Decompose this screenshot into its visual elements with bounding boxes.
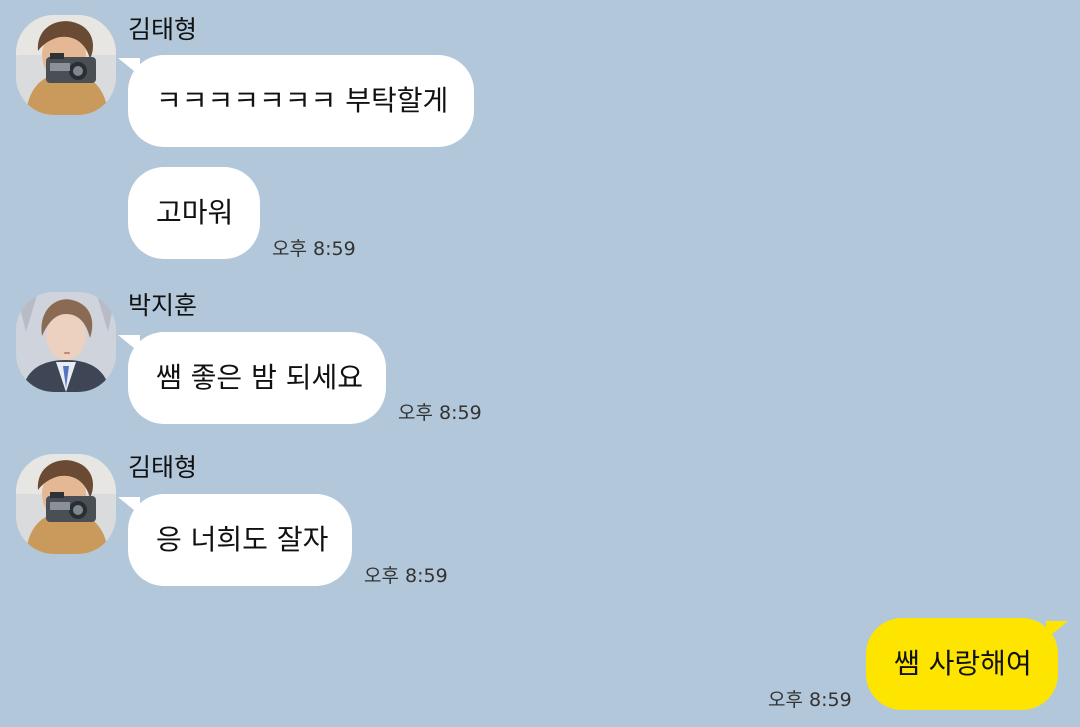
message-text: ㅋㅋㅋㅋㅋㅋㅋ 부탁할게: [156, 84, 449, 117]
chat-room[interactable]: 김태형 ㅋㅋㅋㅋㅋㅋㅋ 부탁할게 고마워 오후 8:59 박지훈 쌤 좋은 밤 …: [0, 0, 1080, 727]
avatar-photo: [16, 454, 116, 554]
message-text: 쌤 좋은 밤 되세요: [156, 361, 364, 394]
avatar[interactable]: [16, 292, 116, 392]
message-timestamp: 오후 8:59: [364, 565, 448, 587]
bubble-tail: [1046, 621, 1068, 639]
message-bubble[interactable]: 쌤 좋은 밤 되세요: [128, 332, 386, 424]
avatar[interactable]: [16, 454, 116, 554]
message-text: 고마워: [156, 196, 234, 229]
message-bubble[interactable]: 고마워: [128, 167, 260, 259]
my-message-bubble[interactable]: 쌤 사랑해여: [866, 618, 1058, 710]
avatar-photo: [16, 15, 116, 115]
sender-name: 김태형: [128, 453, 198, 482]
message-timestamp: 오후 8:59: [768, 689, 852, 711]
message-bubble[interactable]: ㅋㅋㅋㅋㅋㅋㅋ 부탁할게: [128, 55, 474, 147]
message-bubble[interactable]: 응 너희도 잘자: [128, 494, 352, 586]
message-timestamp: 오후 8:59: [398, 402, 482, 424]
message-timestamp: 오후 8:59: [272, 238, 356, 260]
sender-name: 박지훈: [128, 291, 198, 320]
message-text: 쌤 사랑해여: [894, 647, 1032, 680]
avatar-photo: [16, 292, 116, 392]
avatar[interactable]: [16, 15, 116, 115]
message-text: 응 너희도 잘자: [156, 523, 329, 556]
sender-name: 김태형: [128, 15, 198, 44]
